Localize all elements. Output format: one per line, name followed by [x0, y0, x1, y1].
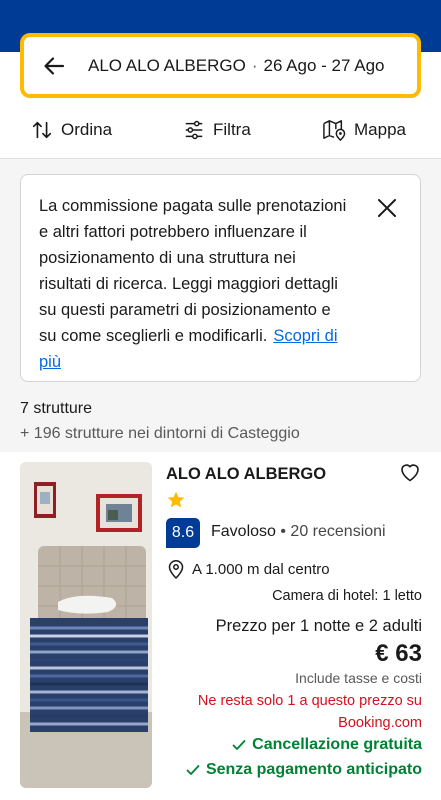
review-score-word: Favoloso	[211, 523, 276, 540]
results-toolbar: Ordina Filtra Mappa	[0, 103, 441, 159]
search-dates: 26 Ago - 27 Ago	[263, 55, 385, 75]
search-summary-box[interactable]: ALO ALO ALBERGO · 26 Ago - 27 Ago	[20, 33, 421, 98]
review-summary: Favoloso • 20 recensioni	[211, 523, 386, 540]
property-name[interactable]: ALO ALO ALBERGO	[166, 465, 326, 484]
filter-button[interactable]: Filtra	[183, 119, 251, 141]
ranking-notice: La commissione pagata sulle prenotazioni…	[20, 174, 421, 382]
scarcity-message-line2: Booking.com	[338, 715, 422, 731]
taxes-note: Include tasse e costi	[295, 670, 422, 686]
filter-label: Filtra	[213, 120, 251, 139]
price: € 63	[375, 640, 422, 667]
results-count: 7 strutture	[20, 400, 93, 417]
review-count: 20 recensioni	[290, 523, 386, 540]
heart-icon[interactable]	[398, 460, 422, 484]
top-app-bar: ALO ALO ALBERGO · 26 Ago - 27 Ago	[0, 0, 441, 103]
property-card[interactable]: ALO ALO ALBERGO 8.6 Favoloso • 20 recens…	[0, 452, 441, 800]
search-hotel-name: ALO ALO ALBERGO	[88, 55, 246, 75]
sort-icon	[32, 121, 52, 139]
search-separator: ·	[251, 55, 258, 75]
sort-label: Ordina	[61, 120, 113, 139]
map-button[interactable]: Mappa	[322, 119, 406, 141]
free-cancellation-perk: Cancellazione gratuita	[232, 736, 422, 754]
room-type: Camera di hotel: 1 letto	[272, 588, 422, 604]
notice-body: La commissione pagata sulle prenotazioni…	[39, 197, 347, 345]
review-score-badge: 8.6	[166, 518, 200, 548]
checkmark-icon	[186, 765, 200, 775]
map-label: Mappa	[354, 120, 406, 139]
location-pin-icon	[168, 559, 184, 579]
arrow-left-icon[interactable]	[42, 53, 68, 79]
close-icon[interactable]	[376, 197, 398, 219]
sort-button[interactable]: Ordina	[31, 119, 112, 141]
distance-text: A 1.000 m dal centro	[192, 560, 330, 578]
notice-text: La commissione pagata sulle prenotazioni…	[39, 193, 349, 375]
map-icon	[323, 120, 346, 141]
star-icon	[166, 490, 186, 515]
scarcity-message: Ne resta solo 1 a questo prezzo su	[197, 693, 422, 709]
filter-sliders-icon	[185, 120, 203, 140]
no-prepayment-text: Senza pagamento anticipato	[205, 761, 422, 778]
property-location: A 1.000 m dal centro	[168, 559, 330, 579]
search-summary-text: ALO ALO ALBERGO · 26 Ago - 27 Ago	[88, 56, 384, 76]
free-cancellation-text: Cancellazione gratuita	[252, 736, 422, 753]
checkmark-icon	[232, 740, 246, 750]
price-context: Prezzo per 1 notte e 2 adulti	[215, 617, 422, 635]
no-prepayment-perk: Senza pagamento anticipato	[186, 761, 422, 779]
property-photo[interactable]	[20, 462, 152, 788]
results-nearby: + 196 strutture nei dintorni di Casteggi…	[20, 425, 300, 442]
